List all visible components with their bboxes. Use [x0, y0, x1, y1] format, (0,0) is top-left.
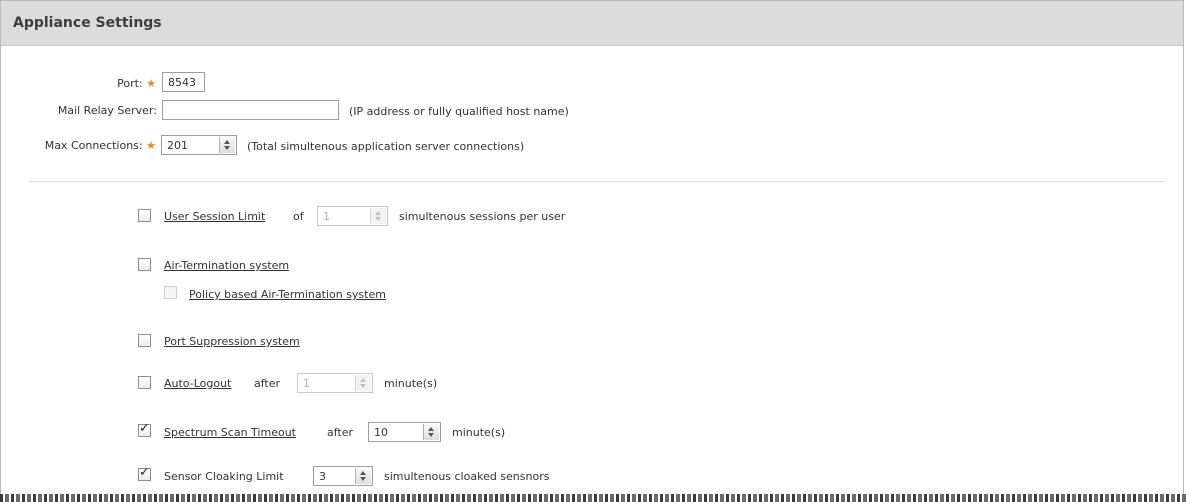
spectrum-scan-value: 10 [374, 426, 388, 439]
panel-title: Appliance Settings [13, 15, 162, 31]
port-suppression-checkbox[interactable] [138, 334, 151, 347]
spinner-arrows-icon[interactable] [219, 137, 235, 153]
user-session-limit-value: 1 [323, 210, 330, 223]
spectrum-scan-checkbox[interactable]: ✓ [138, 421, 151, 437]
port-label: Port: ★ [117, 77, 156, 90]
user-session-limit-link[interactable]: User Session Limit [164, 210, 265, 223]
spinner-arrows-icon[interactable] [423, 424, 439, 440]
spectrum-scan-spinner[interactable]: 10 [368, 422, 441, 442]
spinner-arrows-icon[interactable] [355, 468, 371, 484]
checkmark-icon: ✓ [139, 421, 150, 436]
auto-logout-suffix: minute(s) [384, 377, 438, 390]
appliance-settings-panel: Appliance Settings Port: ★ 8543 Mail Rel… [0, 0, 1184, 494]
section-divider [29, 181, 1165, 182]
required-star-icon: ★ [146, 77, 156, 90]
max-connections-spinner[interactable]: 201 [161, 135, 237, 155]
auto-logout-spinner[interactable]: 1 [297, 373, 373, 393]
spinner-arrows-icon[interactable] [370, 208, 386, 224]
user-session-limit-spinner[interactable]: 1 [317, 206, 388, 226]
spectrum-scan-link[interactable]: Spectrum Scan Timeout [164, 426, 296, 439]
sensor-cloaking-checkbox[interactable]: ✓ [138, 465, 151, 481]
policy-air-termination-link[interactable]: Policy based Air-Termination system [189, 288, 386, 301]
policy-air-termination-checkbox[interactable] [164, 286, 177, 299]
sensor-cloaking-value: 3 [319, 470, 326, 483]
auto-logout-value: 1 [303, 377, 310, 390]
user-session-suffix: simultenous sessions per user [399, 210, 566, 223]
spectrum-scan-suffix: minute(s) [452, 426, 506, 439]
user-session-limit-checkbox[interactable] [138, 209, 151, 222]
auto-logout-after-label: after [254, 377, 281, 390]
spectrum-scan-after-label: after [327, 426, 354, 439]
checkmark-icon: ✓ [139, 465, 150, 480]
air-termination-link[interactable]: Air-Termination system [164, 259, 289, 272]
required-star-icon: ★ [146, 139, 156, 152]
user-session-of-label: of [293, 210, 304, 223]
max-connections-label: Max Connections: ★ [44, 139, 156, 152]
air-termination-checkbox[interactable] [138, 258, 151, 271]
sensor-cloaking-label: Sensor Cloaking Limit [164, 470, 284, 483]
auto-logout-link[interactable]: Auto-Logout [164, 377, 231, 390]
cropped-edge [0, 494, 1186, 502]
max-connections-value: 201 [167, 139, 188, 152]
mail-relay-label: Mail Relay Server: [57, 104, 157, 117]
max-connections-hint: (Total simultenous application server co… [247, 140, 525, 153]
spinner-arrows-icon[interactable] [355, 375, 371, 391]
panel-header: Appliance Settings [1, 1, 1183, 46]
mail-relay-input[interactable] [162, 100, 339, 120]
sensor-cloaking-spinner[interactable]: 3 [313, 466, 373, 486]
mail-relay-hint: (IP address or fully qualified host name… [349, 105, 569, 118]
port-input[interactable]: 8543 [162, 72, 205, 92]
port-suppression-link[interactable]: Port Suppression system [164, 335, 300, 348]
sensor-cloaking-suffix: simultenous cloaked sensnors [384, 470, 550, 483]
auto-logout-checkbox[interactable] [138, 376, 151, 389]
